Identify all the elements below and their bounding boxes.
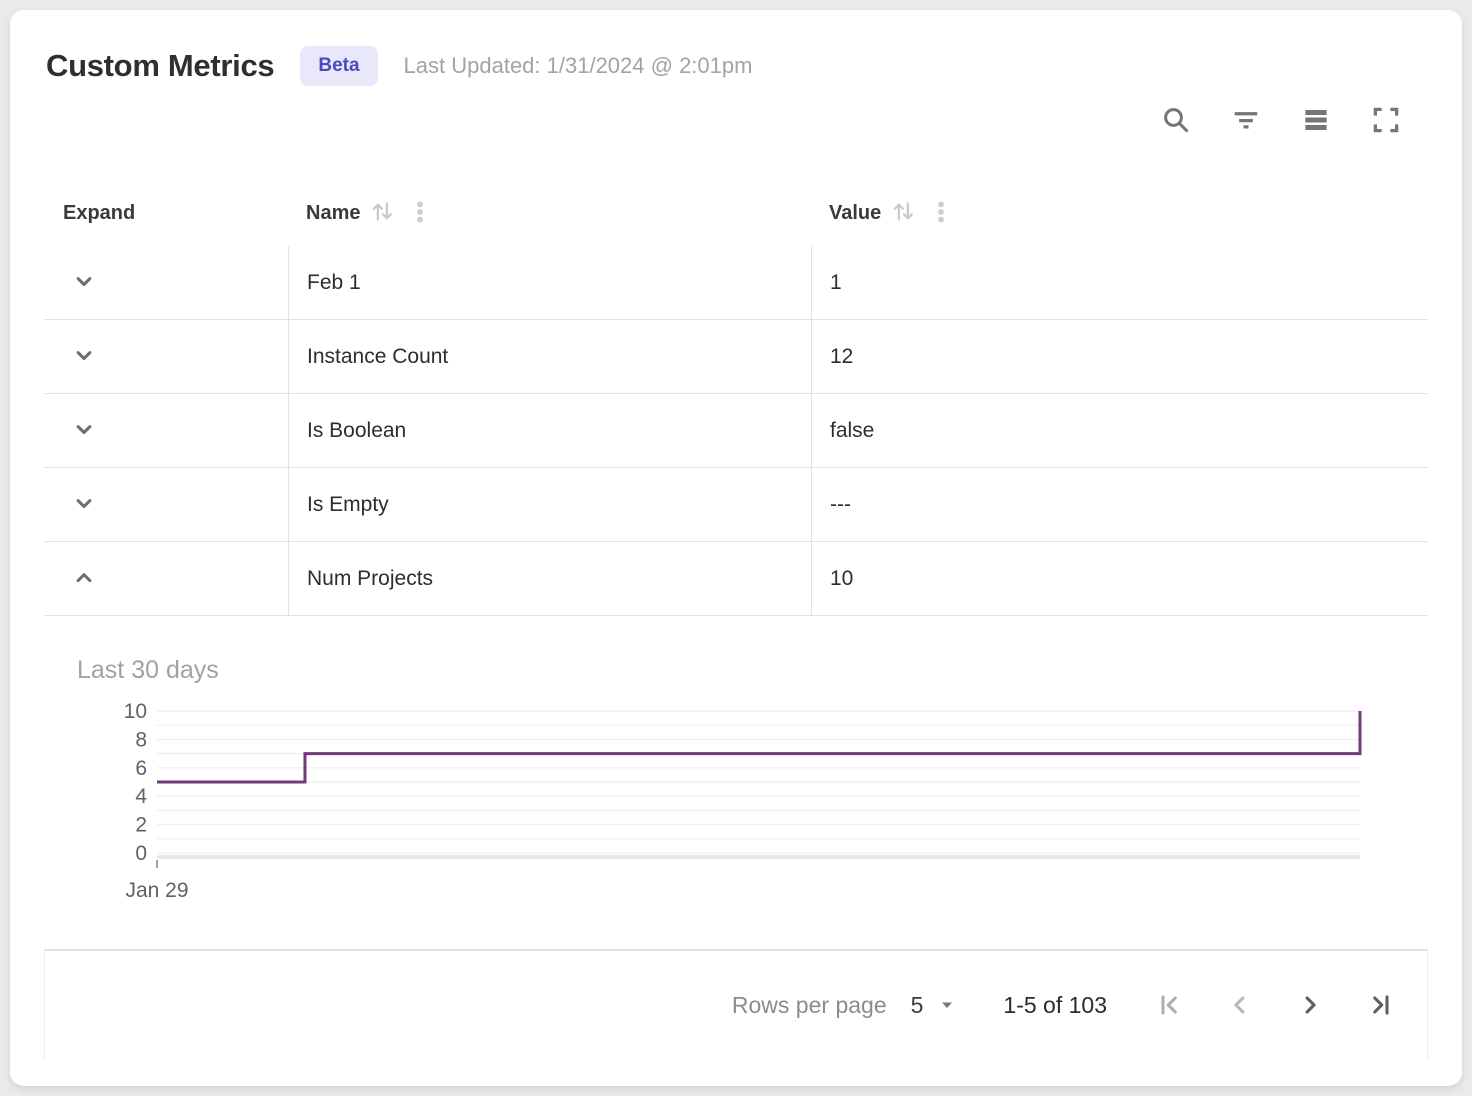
- svg-text:0: 0: [135, 842, 147, 865]
- table-row: Feb 1 1: [44, 246, 1428, 320]
- chart-area: 0 2 4 6 8 10 Jan 29: [105, 699, 1428, 909]
- expand-row-button[interactable]: [70, 489, 98, 520]
- fullscreen-icon: [1371, 105, 1401, 135]
- previous-page-button[interactable]: [1225, 990, 1255, 1020]
- sort-arrows-icon: [891, 198, 918, 228]
- table-row: Num Projects 10: [44, 542, 1428, 616]
- expand-row-button[interactable]: [70, 267, 98, 298]
- pager-controls: [1155, 990, 1395, 1020]
- metric-value: 12: [811, 320, 1428, 393]
- chart-title: Last 30 days: [44, 656, 1428, 685]
- chevron-down-icon: [70, 489, 98, 520]
- kebab-menu-icon: [407, 199, 433, 228]
- svg-text:10: 10: [124, 700, 147, 723]
- svg-text:8: 8: [135, 728, 147, 751]
- first-page-button[interactable]: [1155, 990, 1185, 1020]
- row-detail-panel: Last 30 days 0 2 4 6 8 10 Jan 29: [10, 616, 1462, 949]
- caret-down-icon: [939, 992, 955, 1019]
- custom-metrics-card: Custom Metrics Beta Last Updated: 1/31/2…: [10, 10, 1462, 1086]
- metric-value: 10: [811, 542, 1428, 615]
- metric-name: Is Empty: [288, 468, 811, 541]
- expand-row-button[interactable]: [70, 341, 98, 372]
- column-header-expand: Expand: [44, 202, 288, 225]
- chevron-down-icon: [70, 267, 98, 298]
- fullscreen-button[interactable]: [1370, 104, 1402, 136]
- column-header-name: Name: [288, 198, 811, 228]
- column-header-value: Value: [811, 198, 1428, 228]
- table-header-row: Expand Name: [44, 180, 1428, 246]
- sort-arrows-icon: [370, 198, 397, 228]
- metric-value: ---: [811, 468, 1428, 541]
- filter-list-icon: [1231, 105, 1261, 135]
- table-row: Is Empty ---: [44, 468, 1428, 542]
- table-row: Is Boolean false: [44, 394, 1428, 468]
- filter-button[interactable]: [1230, 104, 1262, 136]
- last-page-icon: [1366, 991, 1394, 1019]
- next-page-button[interactable]: [1295, 990, 1325, 1020]
- table-toolbar: [10, 86, 1462, 138]
- search-button[interactable]: [1160, 104, 1192, 136]
- table-footer: Rows per page 5 1-5 of 103: [44, 949, 1428, 1059]
- sort-value-button[interactable]: [891, 198, 918, 228]
- search-icon: [1161, 105, 1191, 135]
- metric-chart: 0 2 4 6 8 10 Jan 29: [105, 699, 1375, 904]
- density-button[interactable]: [1300, 104, 1332, 136]
- last-updated-text: Last Updated: 1/31/2024 @ 2:01pm: [404, 53, 753, 79]
- page-title: Custom Metrics: [46, 48, 274, 84]
- chevron-right-icon: [1296, 991, 1324, 1019]
- metric-value: false: [811, 394, 1428, 467]
- metric-value: 1: [811, 246, 1428, 319]
- metric-name: Feb 1: [288, 246, 811, 319]
- rows-per-page-value: 5: [911, 992, 924, 1019]
- metric-name: Num Projects: [288, 542, 811, 615]
- first-page-icon: [1156, 991, 1184, 1019]
- metric-name: Instance Count: [288, 320, 811, 393]
- beta-badge: Beta: [300, 46, 377, 86]
- chevron-up-icon: [70, 563, 98, 594]
- chevron-left-icon: [1226, 991, 1254, 1019]
- kebab-menu-icon: [928, 199, 954, 228]
- metrics-table: Expand Name: [44, 180, 1428, 616]
- svg-text:2: 2: [135, 814, 147, 837]
- metric-name: Is Boolean: [288, 394, 811, 467]
- chevron-down-icon: [70, 341, 98, 372]
- density-rows-icon: [1301, 105, 1331, 135]
- name-column-menu-button[interactable]: [407, 199, 433, 228]
- svg-text:6: 6: [135, 757, 147, 780]
- svg-text:Jan 29: Jan 29: [125, 879, 188, 902]
- last-page-button[interactable]: [1365, 990, 1395, 1020]
- rows-per-page-select[interactable]: 5: [911, 992, 956, 1019]
- collapse-row-button[interactable]: [70, 563, 98, 594]
- sort-name-button[interactable]: [370, 198, 397, 228]
- table-row: Instance Count 12: [44, 320, 1428, 394]
- svg-text:4: 4: [135, 785, 147, 808]
- chevron-down-icon: [70, 415, 98, 446]
- rows-per-page-label: Rows per page: [732, 992, 887, 1019]
- value-column-menu-button[interactable]: [928, 199, 954, 228]
- expand-row-button[interactable]: [70, 415, 98, 446]
- pagination-range: 1-5 of 103: [1003, 992, 1107, 1019]
- card-header: Custom Metrics Beta Last Updated: 1/31/2…: [10, 10, 1462, 86]
